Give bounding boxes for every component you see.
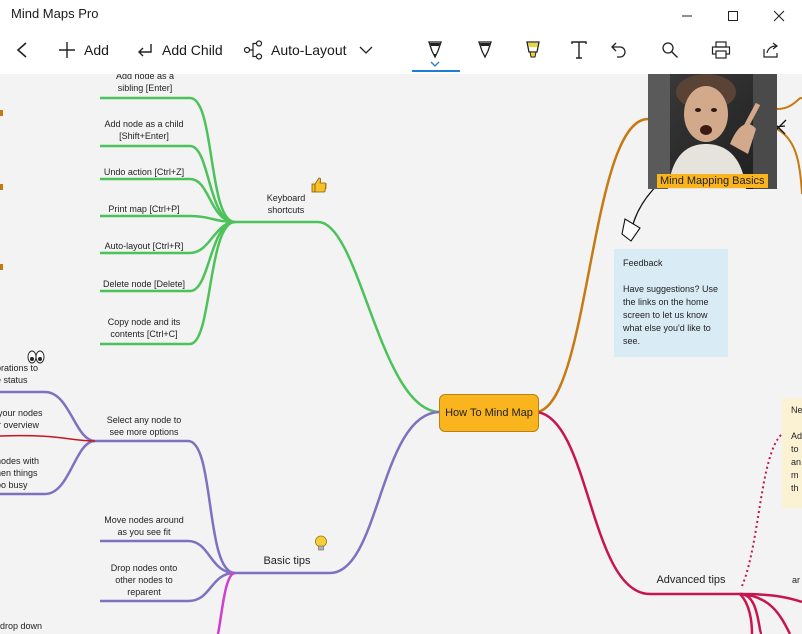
basics-label: Mind Mapping Basics xyxy=(657,174,768,188)
kb-child-node[interactable]: Add node as a child [Shift+Enter] xyxy=(96,118,192,142)
share-button[interactable] xyxy=(756,32,786,68)
node-label: Move nodes around as you see fit xyxy=(104,515,184,537)
node-label: Copy node and its contents [Ctrl+C] xyxy=(107,317,181,339)
note-line: to xyxy=(791,444,799,454)
left-fragment-node[interactable]: drop down xyxy=(0,620,50,632)
eyes-icon xyxy=(27,350,45,364)
node-label: Basic tips xyxy=(263,555,311,567)
left-fragment-node[interactable]: nodes with hen things oo busy xyxy=(0,455,42,491)
node-label: Print map [Ctrl+P] xyxy=(108,204,180,214)
add-label: Add xyxy=(84,42,109,58)
note-line: m xyxy=(791,470,799,480)
kb-sibling-node[interactable]: Add node as a sibling [Enter] xyxy=(98,74,192,94)
undo-button[interactable] xyxy=(604,32,634,68)
feedback-title: Feedback xyxy=(623,258,663,268)
note-line xyxy=(791,417,802,430)
keyboard-shortcuts-node[interactable]: Keyboard shortcuts xyxy=(246,192,326,216)
add-child-label: Add Child xyxy=(162,42,223,58)
toolbar: Add Add Child Auto-Layout xyxy=(0,32,802,74)
advanced-child-fragment[interactable]: ar xyxy=(792,574,802,586)
mind-map-canvas[interactable]: Add node as a sibling [Enter] Add node a… xyxy=(0,74,802,634)
kb-print-node[interactable]: Print map [Ctrl+P] xyxy=(96,203,192,215)
feedback-note[interactable]: Feedback Have suggestions? Use the links… xyxy=(614,249,728,357)
node-label: Drop nodes onto other nodes to reparent xyxy=(110,563,178,597)
note-line: Ne xyxy=(791,405,802,415)
node-label: your nodes r overview xyxy=(0,408,43,430)
kb-delete-node[interactable]: Delete node [Delete] xyxy=(96,278,192,290)
close-icon xyxy=(773,10,785,22)
node-label: Add node as a child [Shift+Enter] xyxy=(104,119,184,141)
node-label: drop down xyxy=(0,621,43,631)
marker-icon xyxy=(478,41,492,59)
back-button[interactable] xyxy=(6,32,38,68)
node-label: Advanced tips xyxy=(656,574,726,586)
text-icon xyxy=(571,41,587,59)
left-fragment-node[interactable]: your nodes r overview xyxy=(0,407,43,431)
title-bar: Mind Maps Pro xyxy=(0,0,802,32)
basic-tips-node[interactable]: Basic tips xyxy=(252,555,322,568)
node-label: Add node as a sibling [Enter] xyxy=(115,74,175,93)
back-arrow-icon xyxy=(16,42,27,58)
enter-arrow-icon xyxy=(138,44,152,57)
close-button[interactable] xyxy=(756,0,802,32)
basic-move-node[interactable]: Move nodes around as you see fit xyxy=(98,514,190,538)
add-child-button[interactable]: Add Child xyxy=(136,32,223,68)
basic-select-node[interactable]: Select any node to see more options xyxy=(98,414,190,438)
tree-layout-icon xyxy=(243,40,263,60)
basic-reparent-node[interactable]: Drop nodes onto other nodes to reparent xyxy=(98,562,190,598)
advanced-tips-node[interactable]: Advanced tips xyxy=(651,574,731,587)
kb-undo-node[interactable]: Undo action [Ctrl+Z] xyxy=(96,166,192,178)
minimize-button[interactable] xyxy=(664,0,710,32)
node-label: nodes with hen things oo busy xyxy=(0,456,40,490)
search-button[interactable] xyxy=(655,32,685,68)
node-label: ar xyxy=(792,575,801,585)
auto-layout-button[interactable]: Auto-Layout xyxy=(243,32,347,68)
left-fragment-node[interactable]: orations to e status xyxy=(0,362,44,386)
node-label: Undo action [Ctrl+Z] xyxy=(103,167,185,177)
maximize-icon xyxy=(728,11,738,21)
highlighter-icon xyxy=(526,41,540,58)
maximize-button[interactable] xyxy=(710,0,756,32)
print-button[interactable] xyxy=(706,32,736,68)
feedback-body: Have suggestions? Use the links on the h… xyxy=(623,284,719,346)
node-label: Delete node [Delete] xyxy=(102,279,186,289)
print-icon xyxy=(711,41,731,59)
chevron-down-icon xyxy=(359,46,373,54)
node-label: Auto-layout [Ctrl+R] xyxy=(104,241,184,251)
node-label: Keyboard shortcuts xyxy=(266,193,306,215)
search-icon xyxy=(662,42,678,58)
note-line: th xyxy=(791,483,799,493)
undo-icon xyxy=(611,42,626,58)
lightbulb-icon xyxy=(315,535,327,551)
basics-photo-node[interactable] xyxy=(648,74,777,189)
kb-autolayout-node[interactable]: Auto-layout [Ctrl+R] xyxy=(96,240,192,252)
root-node[interactable]: How To Mind Map xyxy=(439,394,539,432)
portrait-image xyxy=(648,74,777,189)
chevron-down-icon xyxy=(430,61,440,67)
auto-layout-label: Auto-Layout xyxy=(271,42,347,58)
kb-copy-node[interactable]: Copy node and its contents [Ctrl+C] xyxy=(96,316,192,340)
layout-dropdown-button[interactable] xyxy=(354,32,378,68)
thumbs-up-icon xyxy=(311,177,327,193)
note-line: Ad xyxy=(791,431,802,441)
text-tool-button[interactable] xyxy=(566,32,592,68)
app-title: Mind Maps Pro xyxy=(11,6,99,21)
active-tool-underline xyxy=(412,70,460,72)
right-note[interactable]: Ne Ad to an m th xyxy=(782,398,802,508)
note-line: an xyxy=(791,457,802,467)
plus-icon xyxy=(59,42,75,58)
highlighter-tool-button[interactable] xyxy=(518,32,548,68)
node-label: orations to e status xyxy=(0,363,39,385)
pen-icon xyxy=(428,41,442,59)
root-label: How To Mind Map xyxy=(445,407,533,419)
add-button[interactable]: Add xyxy=(58,32,109,68)
share-icon xyxy=(763,42,778,58)
minimize-icon xyxy=(682,15,692,17)
node-label: Select any node to see more options xyxy=(106,415,182,437)
marker-tool-button[interactable] xyxy=(470,32,500,68)
